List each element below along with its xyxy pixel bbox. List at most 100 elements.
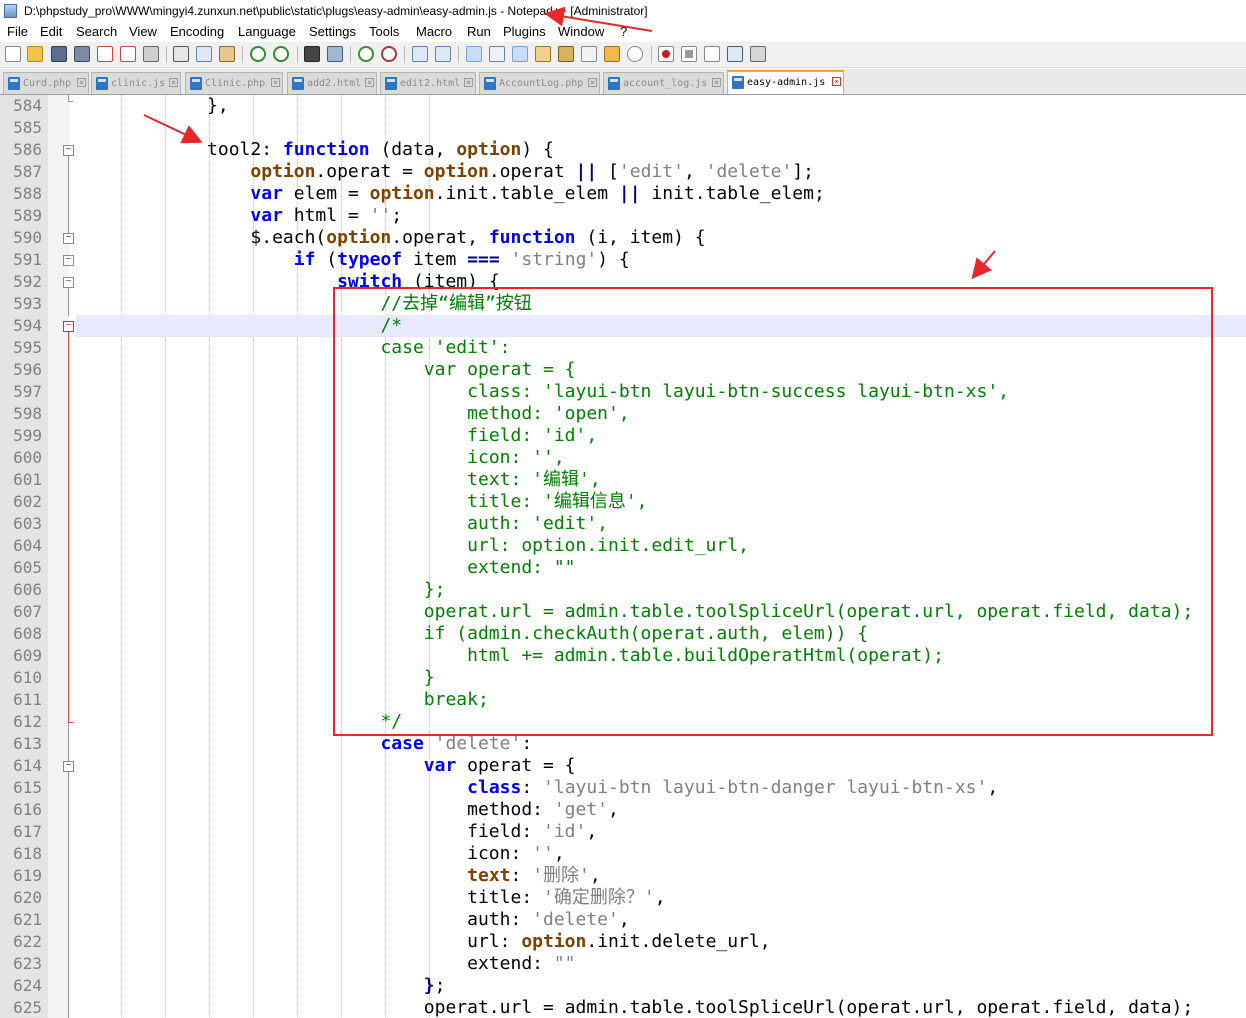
close-tab-icon[interactable]: × xyxy=(588,78,597,87)
code-line[interactable]: 585 xyxy=(0,117,1246,139)
close-tab-icon[interactable]: × xyxy=(169,78,178,87)
menu-help[interactable]: ? xyxy=(620,22,627,42)
fold-toggle-icon[interactable]: − xyxy=(63,233,74,244)
menu-plugins[interactable]: Plugins xyxy=(503,22,546,42)
menu-macro[interactable]: Macro xyxy=(416,22,452,42)
code-line[interactable]: 588 var elem = option.init.table_elem ||… xyxy=(0,183,1246,205)
code-text[interactable]: field: 'id', xyxy=(77,821,597,843)
document-map-icon[interactable] xyxy=(558,46,574,62)
code-line[interactable]: 590 $.each(option.operat, function (i, i… xyxy=(0,227,1246,249)
code-text[interactable]: case 'delete': xyxy=(77,733,532,755)
close-all-icon[interactable] xyxy=(120,46,136,62)
tab-accountlog-php[interactable]: AccountLog.php × xyxy=(479,72,600,94)
sync-vertical-icon[interactable] xyxy=(412,46,428,62)
code-text[interactable]: tool2: function (data, option) { xyxy=(77,139,554,161)
menu-run[interactable]: Run xyxy=(467,22,491,42)
monitoring-icon[interactable] xyxy=(627,46,643,62)
code-line[interactable]: 624 }; xyxy=(0,975,1246,997)
save-all-icon[interactable] xyxy=(74,46,90,62)
fold-toggle-icon[interactable]: − xyxy=(63,761,74,772)
fold-toggle-icon[interactable]: − xyxy=(63,145,74,156)
menu-edit[interactable]: Edit xyxy=(40,22,62,42)
stop-recording-icon[interactable] xyxy=(681,46,697,62)
save-macro-icon[interactable] xyxy=(750,46,766,62)
code-line[interactable]: 589 var html = ''; xyxy=(0,205,1246,227)
tab-clinic-js[interactable]: clinic.js × xyxy=(91,72,181,94)
code-editor[interactable]: 584 }, 585 586 tool2: function (data, opti… xyxy=(0,95,1246,1018)
code-text[interactable]: var html = ''; xyxy=(77,205,402,227)
find-icon[interactable] xyxy=(304,46,320,62)
code-text[interactable]: option.operat = option.operat || ['edit'… xyxy=(77,161,814,183)
menu-tools[interactable]: Tools xyxy=(369,22,399,42)
record-macro-icon[interactable] xyxy=(658,46,674,62)
code-line[interactable]: 622 url: option.init.delete_url, xyxy=(0,931,1246,953)
menu-settings[interactable]: Settings xyxy=(309,22,356,42)
menu-encoding[interactable]: Encoding xyxy=(170,22,224,42)
close-tab-icon[interactable]: × xyxy=(77,78,86,87)
code-text[interactable]: method: 'get', xyxy=(77,799,619,821)
code-text[interactable]: title: '确定删除？', xyxy=(77,887,665,909)
code-line[interactable]: 620 title: '确定删除？', xyxy=(0,887,1246,909)
menu-search[interactable]: Search xyxy=(76,22,117,42)
open-file-icon[interactable] xyxy=(27,46,43,62)
print-icon[interactable] xyxy=(143,46,159,62)
close-file-icon[interactable] xyxy=(97,46,113,62)
tab-edit2-html[interactable]: edit2.html × xyxy=(380,72,476,94)
code-line[interactable]: 614 var operat = { xyxy=(0,755,1246,777)
sync-horizontal-icon[interactable] xyxy=(435,46,451,62)
code-line[interactable]: 619 text: '删除', xyxy=(0,865,1246,887)
code-line[interactable]: 621 auth: 'delete', xyxy=(0,909,1246,931)
replace-icon[interactable] xyxy=(327,46,343,62)
code-line[interactable]: 625 operat.url = admin.table.toolSpliceU… xyxy=(0,997,1246,1018)
code-text[interactable]: class: 'layui-btn layui-btn-danger layui… xyxy=(77,777,998,799)
menu-file[interactable]: File xyxy=(7,22,28,42)
code-text[interactable]: var elem = option.init.table_elem || ini… xyxy=(77,183,824,205)
undo-icon[interactable] xyxy=(250,46,266,62)
code-line[interactable]: 616 method: 'get', xyxy=(0,799,1246,821)
show-all-characters-icon[interactable] xyxy=(489,46,505,62)
indent-guide-icon[interactable] xyxy=(512,46,528,62)
code-line[interactable]: 618 icon: '', xyxy=(0,843,1246,865)
folder-as-workspace-icon[interactable] xyxy=(604,46,620,62)
close-tab-icon[interactable]: × xyxy=(832,77,841,86)
playback-macro-icon[interactable] xyxy=(704,46,720,62)
user-defined-language-icon[interactable] xyxy=(535,46,551,62)
fold-toggle-icon[interactable]: − xyxy=(63,277,74,288)
code-text[interactable]: }; xyxy=(77,975,446,997)
tab-easy-admin-js[interactable]: easy-admin.js × xyxy=(727,70,844,94)
code-text[interactable]: auth: 'delete', xyxy=(77,909,630,931)
fold-toggle-icon[interactable]: − xyxy=(63,321,74,332)
fold-toggle-icon[interactable]: − xyxy=(63,255,74,266)
function-list-icon[interactable] xyxy=(581,46,597,62)
tab-curd-php[interactable]: Curd.php × xyxy=(3,72,89,94)
cut-icon[interactable] xyxy=(173,46,189,62)
close-tab-icon[interactable]: × xyxy=(712,78,721,87)
new-file-icon[interactable] xyxy=(5,46,21,62)
code-text[interactable]: icon: '', xyxy=(77,843,565,865)
tab-clinic-php[interactable]: Clinic.php × xyxy=(185,72,283,94)
code-text[interactable]: }, xyxy=(77,95,229,117)
code-line[interactable]: 587 option.operat = option.operat || ['e… xyxy=(0,161,1246,183)
close-tab-icon[interactable]: × xyxy=(271,78,280,87)
word-wrap-icon[interactable] xyxy=(466,46,482,62)
code-text[interactable]: operat.url = admin.table.toolSpliceUrl(o… xyxy=(77,997,1193,1018)
menu-language[interactable]: Language xyxy=(238,22,296,42)
tab-add2-html[interactable]: add2.html × xyxy=(287,72,377,94)
zoom-in-icon[interactable] xyxy=(358,46,374,62)
code-text[interactable]: var operat = { xyxy=(77,755,576,777)
code-text[interactable]: url: option.init.delete_url, xyxy=(77,931,770,953)
close-tab-icon[interactable]: × xyxy=(365,78,374,87)
code-line[interactable]: 591 if (typeof item === 'string') { xyxy=(0,249,1246,271)
code-line[interactable]: 623 extend: "" xyxy=(0,953,1246,975)
code-text[interactable]: extend: "" xyxy=(77,953,575,975)
paste-icon[interactable] xyxy=(219,46,235,62)
close-tab-icon[interactable]: × xyxy=(464,78,473,87)
menu-view[interactable]: View xyxy=(129,22,157,42)
save-icon[interactable] xyxy=(51,46,67,62)
code-text[interactable]: text: '删除', xyxy=(77,865,601,887)
code-line[interactable]: 584 }, xyxy=(0,95,1246,117)
code-line[interactable]: 617 field: 'id', xyxy=(0,821,1246,843)
menu-window[interactable]: Window xyxy=(558,22,604,42)
zoom-out-icon[interactable] xyxy=(381,46,397,62)
code-line[interactable]: 586 tool2: function (data, option) { xyxy=(0,139,1246,161)
